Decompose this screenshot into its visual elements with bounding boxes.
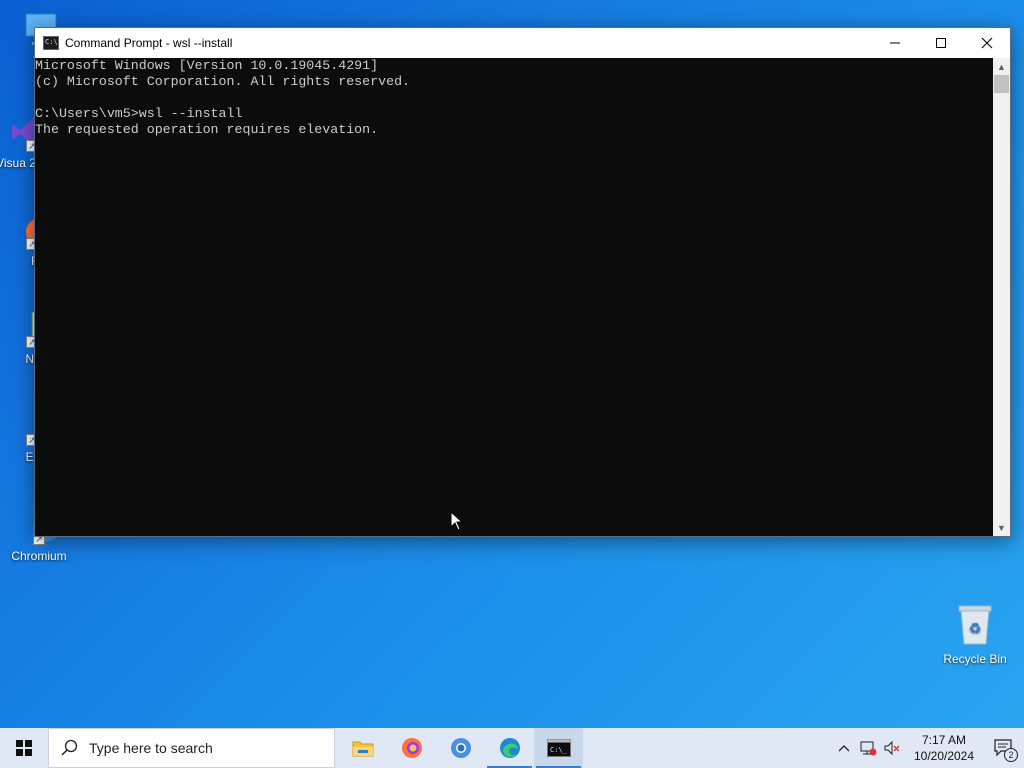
vertical-scrollbar[interactable]: ▲ ▼ bbox=[993, 58, 1010, 536]
minimize-icon bbox=[890, 42, 900, 44]
desktop-icon-recycle-bin[interactable]: ♻ Recycle Bin bbox=[940, 602, 1010, 666]
console-line: The requested operation requires elevati… bbox=[35, 122, 379, 137]
console-line: Microsoft Windows [Version 10.0.19045.42… bbox=[35, 58, 379, 73]
close-button[interactable] bbox=[964, 28, 1010, 58]
taskbar-chromium[interactable] bbox=[436, 728, 485, 768]
console-output[interactable]: Microsoft Windows [Version 10.0.19045.42… bbox=[35, 58, 993, 536]
action-center-button[interactable]: 2 bbox=[984, 728, 1024, 768]
search-icon bbox=[61, 739, 78, 756]
window-title: Command Prompt - wsl --install bbox=[65, 36, 233, 50]
console-line: C:\Users\vm5>wsl --install bbox=[35, 106, 243, 121]
notification-count-badge: 2 bbox=[1004, 748, 1018, 762]
start-button[interactable] bbox=[0, 728, 48, 768]
taskbar-file-explorer[interactable] bbox=[338, 728, 387, 768]
windows-logo-icon bbox=[16, 740, 32, 756]
desktop-icon-label: Chromium bbox=[11, 549, 67, 563]
network-icon[interactable] bbox=[856, 728, 880, 768]
chromium-icon bbox=[450, 738, 471, 758]
window-titlebar[interactable]: C:\ Command Prompt - wsl --install bbox=[35, 28, 1010, 58]
scrollbar-thumb[interactable] bbox=[994, 75, 1009, 93]
close-icon bbox=[981, 37, 993, 49]
command-prompt-window[interactable]: C:\ Command Prompt - wsl --install Micro… bbox=[34, 27, 1011, 537]
taskbar: Type here to search C:\_ 7:17 AM 10/20/2… bbox=[0, 728, 1024, 768]
recycle-bin-label: Recycle Bin bbox=[943, 652, 1007, 666]
maximize-button[interactable] bbox=[918, 28, 964, 58]
scroll-down-icon[interactable]: ▼ bbox=[993, 519, 1010, 536]
console-line: (c) Microsoft Corporation. All rights re… bbox=[35, 74, 411, 89]
mouse-cursor-icon bbox=[450, 510, 464, 536]
svg-text:♻: ♻ bbox=[969, 621, 982, 637]
recycle-bin-icon: ♻ bbox=[955, 602, 995, 646]
cmd-app-icon: C:\ bbox=[43, 36, 59, 50]
taskbar-command-prompt[interactable]: C:\_ bbox=[534, 728, 583, 768]
maximize-icon bbox=[936, 38, 946, 48]
taskbar-clock[interactable]: 7:17 AM 10/20/2024 bbox=[908, 732, 980, 764]
firefox-icon bbox=[401, 738, 422, 758]
folder-icon bbox=[352, 741, 373, 757]
clock-date: 10/20/2024 bbox=[913, 749, 975, 763]
cmd-icon: C:\_ bbox=[546, 739, 571, 757]
clock-time: 7:17 AM bbox=[921, 733, 967, 747]
desktop-icon-label: Visua 2 bbox=[0, 156, 36, 170]
taskbar-firefox[interactable] bbox=[387, 728, 436, 768]
show-hidden-icons-chevron-up-icon[interactable] bbox=[832, 728, 856, 768]
taskbar-edge[interactable] bbox=[485, 728, 534, 768]
minimize-button[interactable] bbox=[872, 28, 918, 58]
console-line bbox=[35, 90, 993, 106]
svg-text:C:\_: C:\_ bbox=[550, 746, 568, 754]
taskbar-search-box[interactable]: Type here to search bbox=[48, 728, 335, 768]
edge-icon bbox=[499, 738, 520, 758]
system-tray: 7:17 AM 10/20/2024 2 bbox=[832, 728, 1024, 768]
scroll-up-icon[interactable]: ▲ bbox=[993, 58, 1010, 75]
search-placeholder: Type here to search bbox=[89, 740, 213, 756]
volume-muted-icon[interactable] bbox=[880, 728, 904, 768]
